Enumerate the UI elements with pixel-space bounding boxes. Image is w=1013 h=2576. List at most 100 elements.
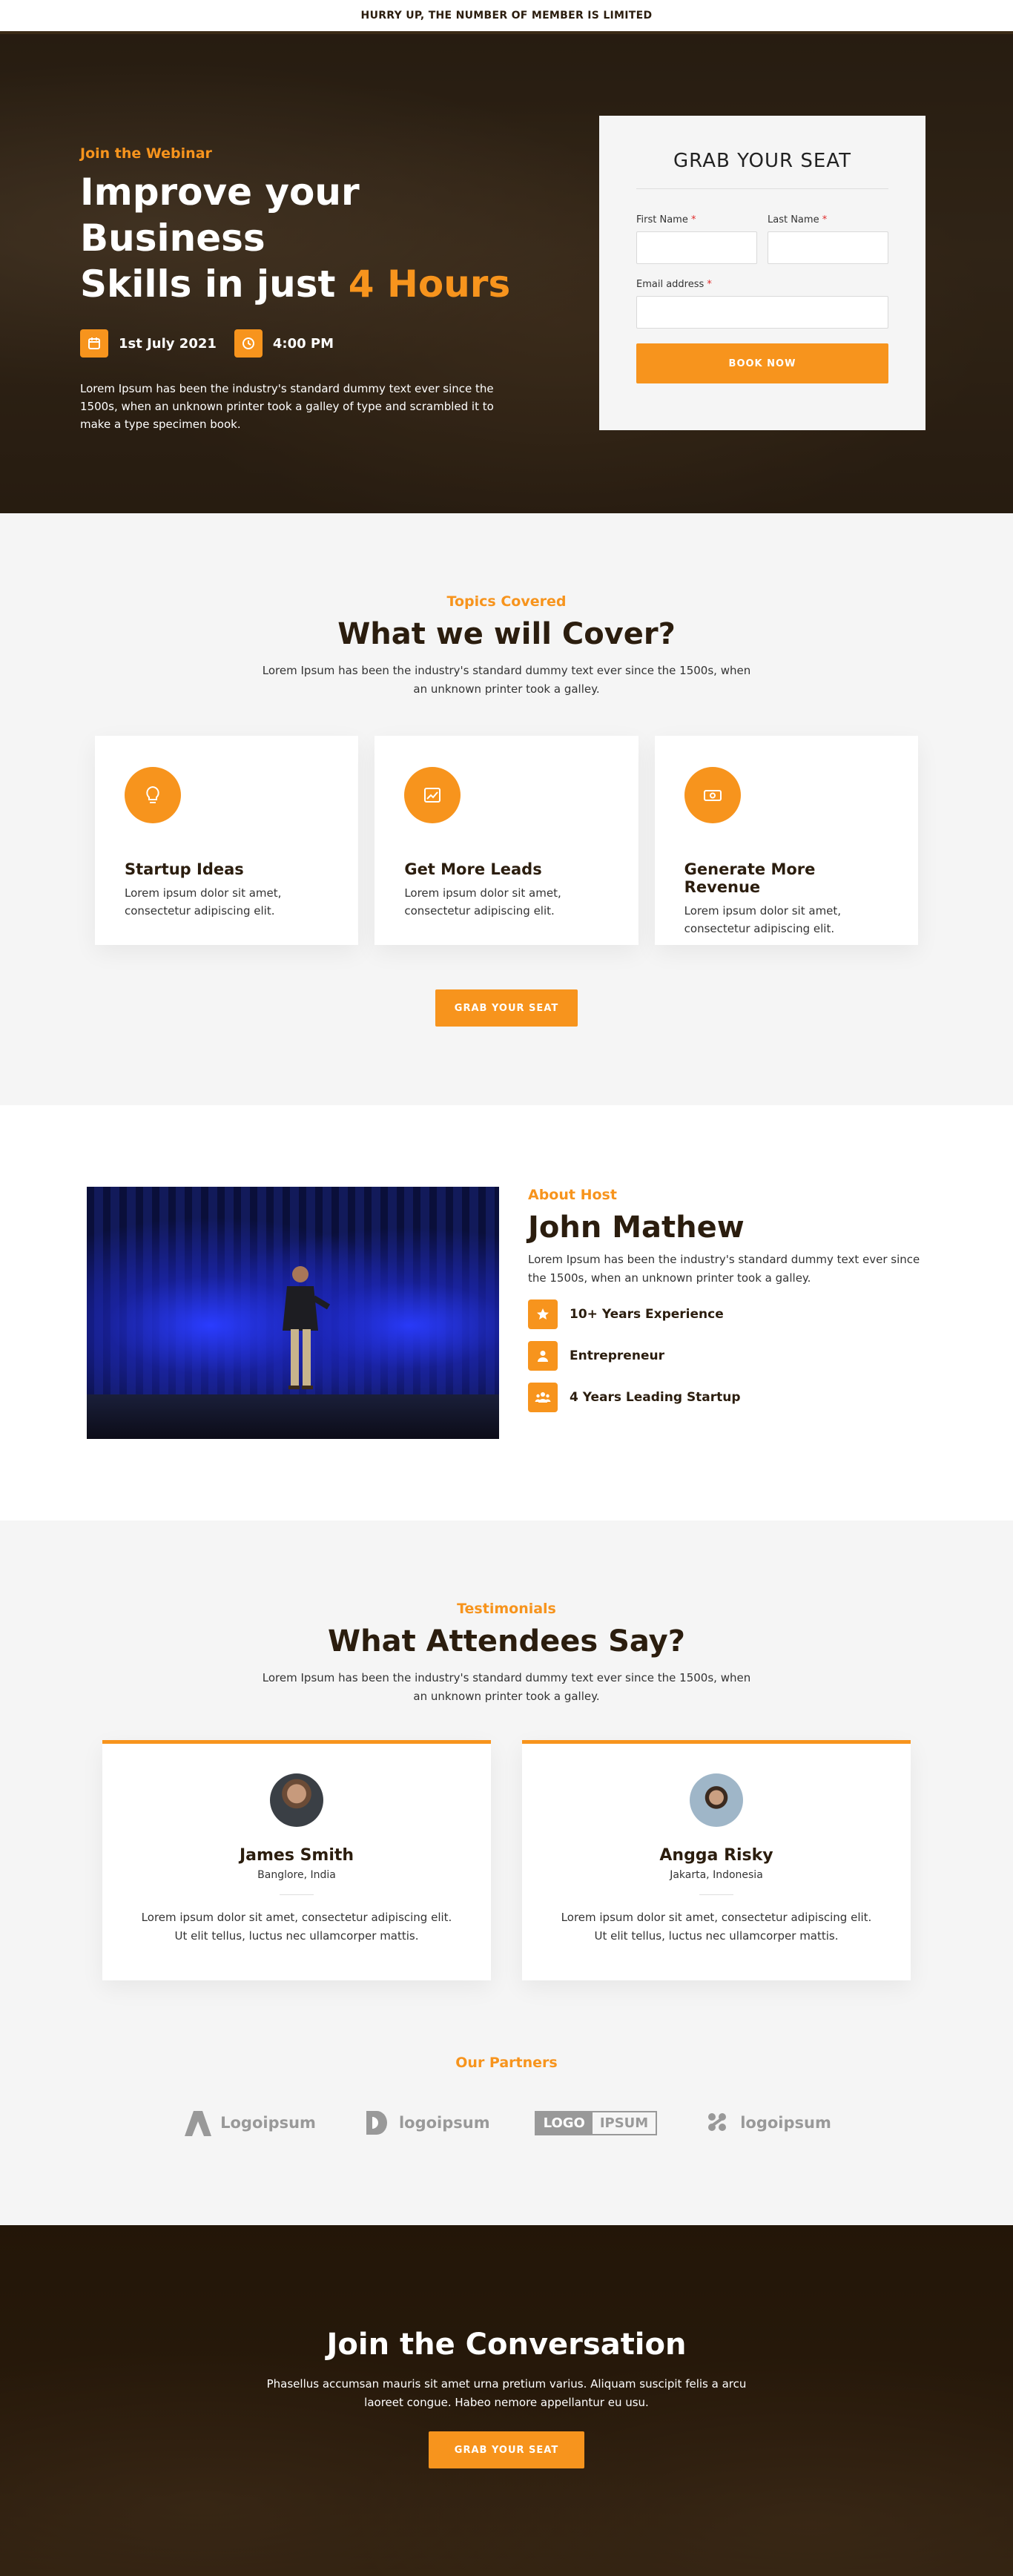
partner-logo-text: Logoipsum (220, 2114, 316, 2132)
users-icon (528, 1383, 558, 1412)
hero-content: Join the Webinar Improve your Business S… (80, 145, 525, 433)
host-eyebrow: About Host (528, 1187, 617, 1203)
required-mark: * (822, 214, 828, 225)
user-icon (528, 1341, 558, 1371)
partner-logo-text: LOGO (535, 2112, 593, 2134)
partner-logo-text: logoipsum (398, 2114, 490, 2132)
email-label: Email address * (636, 279, 888, 290)
form-title: GRAB YOUR SEAT (636, 150, 888, 189)
lightbulb-icon (125, 767, 181, 823)
star-icon (528, 1299, 558, 1329)
topic-text: Lorem ipsum dolor sit amet, consectetur … (125, 886, 282, 918)
host-feature: 4 Years Leading Startup (528, 1383, 928, 1412)
testimonial-name: James Smith (239, 1846, 354, 1865)
hero-eyebrow: Join the Webinar (80, 145, 212, 162)
announcement-text: HURRY UP, THE NUMBER OF MEMBER IS LIMITE… (360, 10, 653, 22)
cta-title: Join the Conversation (326, 2328, 687, 2362)
partner-logo: Logoipsum (182, 2108, 316, 2138)
testimonial-quote: Lorem ipsum dolor sit amet, consectetur … (141, 1911, 452, 1943)
topics-lead: Lorem Ipsum has been the industry's stan… (262, 664, 751, 696)
email-label-text: Email address (636, 279, 705, 290)
topic-title: Startup Ideas (125, 860, 244, 878)
hero-title: Improve your Business Skills in just 4 H… (80, 169, 525, 307)
stage-floor (87, 1394, 499, 1439)
avatar (690, 1773, 743, 1827)
host-bio: Lorem Ipsum has been the industry's stan… (528, 1253, 920, 1285)
topic-text: Lorem ipsum dolor sit amet, consectetur … (404, 886, 561, 918)
host-feature-label: 4 Years Leading Startup (570, 1390, 741, 1405)
name-row: First Name * Last Name * (636, 214, 888, 264)
last-name-field: Last Name * (768, 214, 888, 264)
host-feature-label: Entrepreneur (570, 1348, 664, 1363)
event-time: 4:00 PM (234, 329, 334, 358)
email-input[interactable] (636, 296, 888, 329)
host-feature: 10+ Years Experience (528, 1299, 928, 1329)
testimonial-name: Angga Risky (659, 1846, 773, 1865)
arch-logo-icon (185, 2111, 212, 2136)
partners-title: Our Partners (455, 2055, 558, 2071)
money-icon (684, 767, 741, 823)
required-mark: * (690, 214, 696, 225)
cta-text: Phasellus accumsan mauris sit amet urna … (266, 2377, 747, 2409)
divider (699, 1894, 733, 1895)
required-mark: * (707, 279, 712, 290)
host-photo (87, 1187, 499, 1439)
event-date: 1st July 2021 (80, 329, 217, 358)
event-time-text: 4:00 PM (272, 335, 334, 352)
testimonial-card: James Smith Banglore, India Lorem ipsum … (102, 1740, 491, 1980)
cta-grab-seat-button[interactable]: GRAB YOUR SEAT (429, 2431, 584, 2468)
book-now-button[interactable]: BOOK NOW (636, 343, 888, 383)
last-name-label: Last Name * (768, 214, 888, 225)
first-name-label: First Name * (636, 214, 757, 225)
host-feature: Entrepreneur (528, 1341, 928, 1371)
grab-seat-button[interactable]: GRAB YOUR SEAT (435, 989, 578, 1027)
partner-logos: Logoipsum logoipsum LOGO IPSUM logoipsum (0, 2108, 1013, 2138)
testimonial-cards: James Smith Banglore, India Lorem ipsum … (102, 1740, 911, 1980)
host-section: About Host John Mathew Lorem Ipsum has b… (0, 1105, 1013, 1521)
cta-section: Join the Conversation Phasellus accumsan… (0, 2225, 1013, 2576)
email-field: Email address * (636, 279, 888, 329)
topic-card: Generate More Revenue Lorem ipsum dolor … (654, 736, 918, 945)
last-name-input[interactable] (768, 231, 888, 264)
testimonial-quote: Lorem ipsum dolor sit amet, consectetur … (561, 1911, 872, 1943)
partner-logo: logoipsum (702, 2108, 831, 2138)
registration-form: GRAB YOUR SEAT First Name * Last Name * … (599, 116, 925, 430)
topics-eyebrow: Topics Covered (446, 593, 567, 610)
dots-logo-icon (708, 2113, 727, 2131)
chart-icon (404, 767, 461, 823)
testimonials-lead: Lorem Ipsum has been the industry's stan… (262, 1671, 751, 1703)
partner-logo-text: IPSUM (599, 2115, 649, 2131)
cta-content: Join the Conversation Phasellus accumsan… (0, 2225, 1013, 2468)
testimonials-title: What Attendees Say? (328, 1624, 685, 1658)
topic-text: Lorem ipsum dolor sit amet, consectetur … (684, 904, 842, 935)
hero-title-line1: Improve your Business (80, 171, 360, 260)
testimonial-location: Banglore, India (257, 1869, 336, 1881)
first-name-label-text: First Name (636, 214, 688, 225)
host-feature-label: 10+ Years Experience (570, 1307, 724, 1322)
first-name-input[interactable] (636, 231, 757, 264)
last-name-label-text: Last Name (768, 214, 819, 225)
topic-card: Get More Leads Lorem ipsum dolor sit ame… (374, 736, 639, 945)
calendar-icon (80, 329, 108, 358)
topic-card: Startup Ideas Lorem ipsum dolor sit amet… (95, 736, 359, 945)
partner-logo: logoipsum (360, 2108, 490, 2138)
clock-icon (234, 329, 263, 358)
host-name: John Mathew (528, 1210, 745, 1245)
hero-title-line2: Skills in just (80, 263, 349, 306)
avatar (270, 1773, 323, 1827)
shield-logo-icon (366, 2111, 387, 2135)
topics-section: Topics Covered What we will Cover? Lorem… (0, 513, 1013, 1105)
testimonials-eyebrow: Testimonials (457, 1601, 556, 1617)
first-name-field: First Name * (636, 214, 757, 264)
hero-description: Lorem Ipsum has been the industry's stan… (80, 382, 494, 431)
topic-title: Get More Leads (404, 860, 542, 878)
announcement-bar: HURRY UP, THE NUMBER OF MEMBER IS LIMITE… (0, 0, 1013, 34)
hero-title-accent: 4 Hours (348, 263, 511, 306)
host-info: About Host John Mathew Lorem Ipsum has b… (528, 1187, 928, 1412)
event-meta: 1st July 2021 4:00 PM (80, 329, 525, 358)
topic-title: Generate More Revenue (684, 860, 816, 896)
hero-section: Join the Webinar Improve your Business S… (0, 34, 1013, 513)
partner-logo: LOGO IPSUM (534, 2110, 658, 2135)
testimonials-section: Testimonials What Attendees Say? Lorem I… (0, 1521, 1013, 2225)
partners-block: Our Partners Logoipsum logoipsum LOGO IP… (0, 2055, 1013, 2138)
